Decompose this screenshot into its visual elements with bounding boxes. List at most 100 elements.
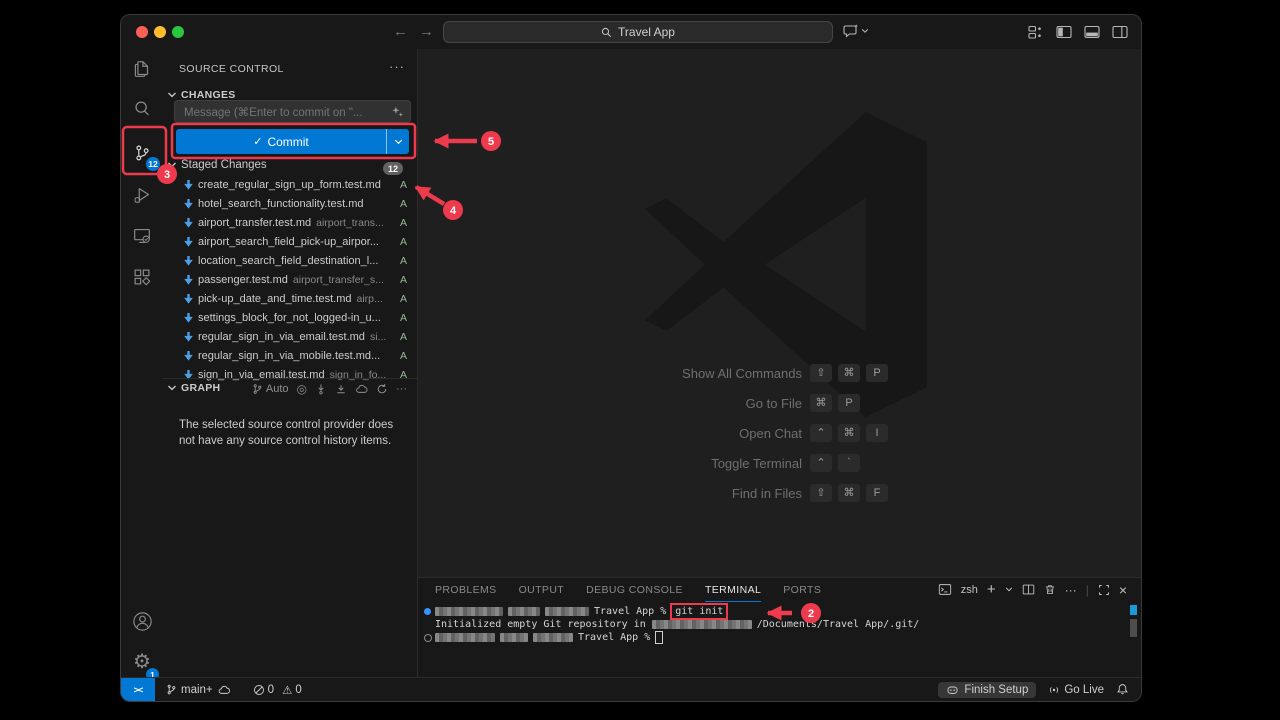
problems-status[interactable]: 0 ⚠ 0 — [253, 683, 302, 697]
errors-icon — [253, 684, 265, 696]
search-view-icon[interactable] — [121, 89, 163, 129]
go-live-label: Go Live — [1064, 684, 1104, 696]
graph-branch-auto[interactable]: Auto — [252, 383, 289, 395]
commit-button[interactable]: ✓ Commit — [176, 129, 409, 154]
chevron-down-icon — [861, 27, 869, 35]
remote-indicator[interactable]: >< — [121, 678, 155, 701]
scm-badge: 12 — [146, 157, 160, 171]
command-center-search[interactable]: Travel App — [443, 21, 833, 43]
tab-terminal[interactable]: TERMINAL — [705, 578, 761, 602]
file-name: regular_sign_in_via_email.test.md — [198, 331, 365, 343]
source-control-panel: SOURCE CONTROL ··· CHANGES ✓ Commit Stag… — [163, 49, 418, 678]
tab-debug-console[interactable]: DEBUG CONSOLE — [586, 578, 683, 602]
sparkle-icon[interactable] — [391, 105, 404, 118]
refresh-icon[interactable] — [376, 383, 388, 395]
key-letter: P — [838, 394, 860, 412]
settings-gear-icon[interactable]: ⚙ 1 — [121, 642, 163, 682]
finish-setup-button[interactable]: Finish Setup — [938, 682, 1036, 698]
scm-file-row[interactable]: regular_sign_in_via_email.test.md si... … — [163, 327, 417, 346]
chevron-down-icon — [167, 384, 177, 392]
accounts-icon[interactable] — [121, 601, 163, 641]
chat-toggle-button[interactable] — [843, 23, 869, 39]
scm-file-row[interactable]: passenger.test.md airport_transfer_s... … — [163, 270, 417, 289]
scm-file-row[interactable]: airport_transfer.test.md airport_trans..… — [163, 213, 417, 232]
shell-label[interactable]: zsh — [961, 584, 978, 596]
explorer-icon[interactable] — [121, 49, 163, 89]
branch-status[interactable]: main+ — [166, 683, 231, 696]
pull-icon[interactable] — [335, 383, 347, 395]
remote-explorer-icon[interactable] — [121, 216, 163, 256]
shortcut-row: Go to File ⌘ P — [472, 393, 888, 413]
commit-dropdown-button[interactable] — [386, 129, 409, 154]
branch-name: main+ — [181, 684, 213, 696]
file-status: A — [400, 312, 407, 324]
staged-add-icon — [183, 312, 194, 324]
toggle-sidebar-icon[interactable] — [1056, 24, 1072, 40]
target-icon[interactable]: ◎ — [297, 382, 307, 396]
scm-file-row[interactable]: airport_search_field_pick-up_airpor... A — [163, 232, 417, 251]
file-status: A — [400, 331, 407, 343]
traffic-minimize-button[interactable] — [154, 26, 166, 38]
shortcut-row: Open Chat ⌃ ⌘ I — [472, 423, 888, 443]
redacted-text — [435, 633, 495, 642]
layout-controls — [1028, 24, 1128, 40]
customize-layout-icon[interactable] — [1028, 24, 1044, 40]
broadcast-icon — [1048, 684, 1060, 696]
panel-more-icon[interactable]: ··· — [1065, 583, 1077, 597]
file-status: A — [400, 274, 407, 286]
graph-empty-message: The selected source control provider doe… — [179, 417, 411, 449]
statusbar-right: Finish Setup Go Live — [938, 682, 1141, 698]
terminal-cursor[interactable] — [655, 631, 663, 644]
fetch-icon[interactable] — [315, 383, 327, 395]
staged-add-icon — [183, 293, 194, 305]
file-status: A — [400, 217, 407, 229]
cloud-icon[interactable] — [355, 383, 368, 395]
nav-forward-icon[interactable]: → — [419, 22, 434, 42]
shortcut-row: Find in Files ⇧ ⌘ F — [472, 483, 888, 503]
tab-problems[interactable]: PROBLEMS — [435, 578, 497, 602]
new-terminal-icon[interactable]: + — [987, 581, 996, 598]
scrollbar-thumb[interactable] — [1130, 619, 1137, 637]
go-live-button[interactable]: Go Live — [1048, 684, 1104, 696]
redacted-path — [652, 620, 752, 629]
terminal-icon — [938, 583, 952, 596]
scm-file-row[interactable]: hotel_search_functionality.test.md A — [163, 194, 417, 213]
traffic-zoom-button[interactable] — [172, 26, 184, 38]
chevron-down-icon[interactable] — [1005, 586, 1013, 593]
file-status: A — [400, 293, 407, 305]
tab-ports[interactable]: PORTS — [783, 578, 821, 602]
close-panel-icon[interactable]: × — [1119, 582, 1127, 598]
toggle-secondary-sidebar-icon[interactable] — [1112, 24, 1128, 40]
scm-file-row[interactable]: pick-up_date_and_time.test.md airp... A — [163, 289, 417, 308]
extensions-icon[interactable] — [121, 257, 163, 297]
commit-message-input[interactable] — [182, 101, 376, 124]
tab-output[interactable]: OUTPUT — [519, 578, 565, 602]
redacted-text — [500, 633, 528, 642]
more-actions-icon[interactable]: ··· — [389, 59, 405, 74]
split-terminal-icon[interactable] — [1022, 583, 1035, 596]
graph-section-header[interactable]: GRAPH — [167, 382, 220, 394]
bell-icon[interactable] — [1116, 683, 1129, 696]
terminal-line-1: Travel App % git init — [435, 605, 728, 618]
toggle-panel-icon[interactable] — [1084, 24, 1100, 40]
traffic-close-button[interactable] — [136, 26, 148, 38]
vscode-window: ← → Travel App — [120, 14, 1142, 702]
scm-file-row[interactable]: create_regular_sign_up_form.test.md A — [163, 175, 417, 194]
graph-more-icon[interactable]: ··· — [396, 383, 407, 395]
run-debug-icon[interactable] — [121, 175, 163, 215]
graph-toolbar: Auto ◎ ··· — [252, 382, 407, 396]
staged-changes-header[interactable]: Staged Changes — [167, 159, 267, 171]
sync-cloud-icon — [217, 684, 231, 696]
key-cmd: ⌘ — [838, 364, 860, 382]
scm-file-row[interactable]: location_search_field_destination_l... A — [163, 251, 417, 270]
scm-file-row[interactable]: regular_sign_in_via_mobile.test.md... A — [163, 346, 417, 365]
window-title: Travel App — [618, 25, 675, 39]
key-letter: F — [866, 484, 888, 502]
source-control-icon[interactable]: 12 — [121, 133, 163, 173]
maximize-panel-icon[interactable] — [1098, 584, 1110, 596]
check-icon: ✓ — [253, 135, 262, 148]
trash-icon[interactable] — [1044, 583, 1056, 596]
nav-back-icon[interactable]: ← — [393, 22, 408, 42]
title-bar: ← → Travel App — [121, 15, 1141, 50]
scm-file-row[interactable]: settings_block_for_not_logged-in_u... A — [163, 308, 417, 327]
